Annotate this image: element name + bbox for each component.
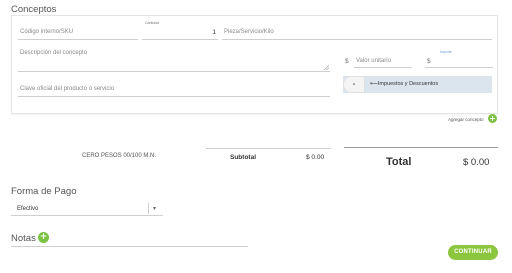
- unidad-placeholder: Pieza/Servicio/Kilo: [224, 29, 274, 35]
- sku-placeholder: Código interno/SKU: [20, 29, 74, 35]
- total-value: $ 0.00: [463, 157, 490, 168]
- toggle-button[interactable]: -: [343, 76, 365, 93]
- add-concepto-icon[interactable]: +: [488, 114, 497, 123]
- valor-currency: $: [345, 58, 349, 65]
- total-divider: [344, 147, 498, 148]
- sku-field[interactable]: Código interno/SKU: [18, 26, 138, 40]
- subtotal-divider: [206, 148, 331, 149]
- importe-field[interactable]: [425, 54, 493, 68]
- impuestos-label: ⟵Impuestos y Descuentos: [370, 81, 439, 87]
- cantidad-field[interactable]: 1: [142, 26, 218, 40]
- continuar-button[interactable]: CONTINUAR: [448, 245, 498, 260]
- notas-title: Notas: [11, 233, 36, 244]
- subtotal-value: $ 0.00: [306, 154, 325, 161]
- agregar-concepto-label[interactable]: Agregar concepto: [448, 117, 484, 122]
- descripcion-textarea[interactable]: Descripción del concepto: [18, 46, 330, 72]
- impuestos-toggle[interactable]: - ⟵Impuestos y Descuentos: [343, 76, 492, 93]
- forma-pago-value: Efectivo: [17, 206, 39, 212]
- add-nota-icon[interactable]: +: [38, 232, 49, 243]
- chevron-down-icon[interactable]: ▾: [153, 205, 156, 212]
- subtotal-label: Subtotal: [230, 154, 256, 161]
- cantidad-label: Cantidad: [145, 21, 160, 25]
- amount-in-words: CERO PESOS 00/100 M.N.: [82, 153, 157, 159]
- select-separator: [148, 203, 149, 214]
- clave-field[interactable]: Clave oficial del producto o servicio: [18, 81, 330, 97]
- notas-divider: [11, 246, 248, 247]
- total-label: Total: [386, 156, 412, 168]
- forma-pago-title: Forma de Pago: [11, 186, 77, 197]
- unidad-field[interactable]: Pieza/Servicio/Kilo: [222, 26, 492, 40]
- valor-unitario-field[interactable]: Valor unitario: [354, 54, 412, 68]
- cantidad-value: 1: [212, 29, 216, 36]
- resize-handle-icon[interactable]: [324, 65, 329, 70]
- clave-placeholder: Clave oficial del producto o servicio: [20, 86, 115, 92]
- valor-unitario-placeholder: Valor unitario: [356, 58, 391, 64]
- concepto-card: Código interno/SKU Cantidad 1 Pieza/Serv…: [11, 15, 498, 114]
- descripcion-placeholder: Descripción del concepto: [20, 50, 88, 56]
- forma-pago-select[interactable]: Efectivo ▾: [11, 202, 163, 216]
- conceptos-title: Conceptos: [11, 4, 57, 15]
